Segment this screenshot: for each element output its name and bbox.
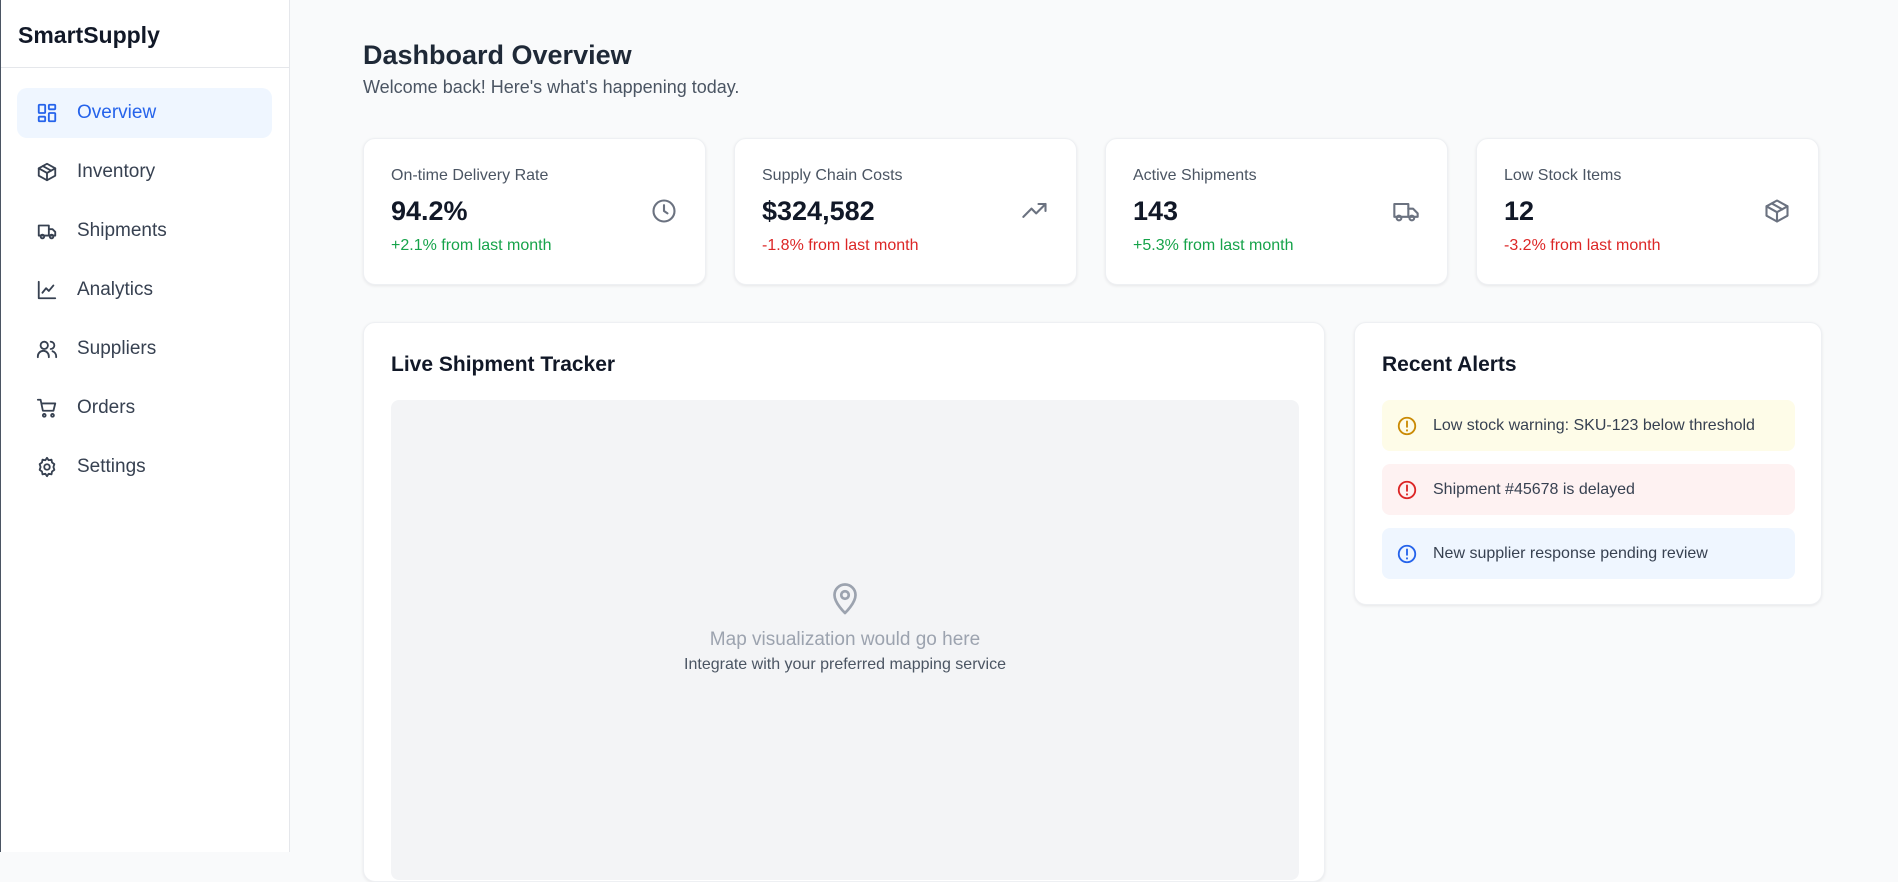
stat-card-low-stock-items[interactable]: Low Stock Items 12 -3.2% from last month [1476, 138, 1819, 285]
alert-text: Low stock warning: SKU-123 below thresho… [1433, 416, 1755, 434]
sidebar-item-label: Inventory [77, 161, 156, 182]
layout-dashboard-icon [36, 102, 58, 124]
map-pin-icon [827, 580, 863, 616]
sidebar: SmartSupply Overview Inventory Shipments… [1, 0, 290, 852]
recent-alerts: Recent Alerts Low stock warning: SKU-123… [1354, 322, 1822, 605]
sidebar-item-label: Orders [77, 397, 136, 418]
stat-card-on-time-delivery[interactable]: On-time Delivery Rate 94.2% +2.1% from l… [363, 138, 706, 285]
stat-value: $324,582 [762, 196, 875, 226]
sidebar-item-label: Suppliers [77, 338, 157, 359]
map-placeholder-subtext: Integrate with your preferred mapping se… [684, 656, 1006, 673]
stat-value: 143 [1133, 196, 1179, 226]
stat-value: 94.2% [391, 196, 468, 226]
live-shipment-tracker: Live Shipment Tracker Map visualization … [363, 322, 1325, 882]
sidebar-item-orders[interactable]: Orders [17, 383, 272, 433]
stat-change: -3.2% from last month [1504, 237, 1661, 254]
tracker-title: Live Shipment Tracker [391, 353, 616, 376]
stat-card-active-shipments[interactable]: Active Shipments 143 +5.3% from last mon… [1105, 138, 1448, 285]
sidebar-nav: Overview Inventory Shipments Analytics S… [1, 68, 289, 492]
sidebar-item-label: Settings [77, 456, 146, 477]
map-placeholder-text: Map visualization would go here [709, 629, 981, 650]
alert-list: Low stock warning: SKU-123 below thresho… [1382, 400, 1795, 592]
shopping-cart-icon [36, 397, 58, 419]
alert-circle-icon [1396, 543, 1418, 565]
alerts-title: Recent Alerts [1382, 353, 1517, 376]
stat-card-supply-chain-costs[interactable]: Supply Chain Costs $324,582 -1.8% from l… [734, 138, 1077, 285]
truck-icon [1392, 197, 1420, 225]
map-placeholder[interactable]: Map visualization would go here Integrat… [391, 400, 1299, 880]
sidebar-item-suppliers[interactable]: Suppliers [17, 324, 272, 374]
stats-row: On-time Delivery Rate 94.2% +2.1% from l… [363, 138, 1822, 285]
alert-circle-icon [1396, 479, 1418, 501]
truck-icon [36, 220, 58, 242]
trending-up-icon [1021, 197, 1049, 225]
sidebar-item-inventory[interactable]: Inventory [17, 147, 272, 197]
stat-value: 12 [1504, 196, 1535, 226]
stat-label: Active Shipments [1133, 167, 1257, 184]
sidebar-item-settings[interactable]: Settings [17, 442, 272, 492]
alert-item-info[interactable]: New supplier response pending review [1382, 528, 1795, 579]
gear-icon [36, 456, 58, 478]
package-icon [36, 161, 58, 183]
sidebar-item-label: Analytics [77, 279, 154, 300]
alert-item-error[interactable]: Shipment #45678 is delayed [1382, 464, 1795, 515]
alert-text: Shipment #45678 is delayed [1433, 480, 1635, 498]
clock-icon [650, 197, 678, 225]
page-title: Dashboard Overview [363, 40, 632, 70]
stat-change: +2.1% from last month [391, 237, 552, 254]
stat-change: +5.3% from last month [1133, 237, 1294, 254]
alert-item-warning[interactable]: Low stock warning: SKU-123 below thresho… [1382, 400, 1795, 451]
sidebar-item-shipments[interactable]: Shipments [17, 206, 272, 256]
alert-circle-icon [1396, 415, 1418, 437]
alert-text: New supplier response pending review [1433, 544, 1708, 562]
sidebar-item-overview[interactable]: Overview [17, 88, 272, 138]
stat-label: Supply Chain Costs [762, 167, 903, 184]
package-icon [1763, 197, 1791, 225]
stat-label: On-time Delivery Rate [391, 167, 549, 184]
brand-logo[interactable]: SmartSupply [1, 0, 289, 68]
users-icon [36, 338, 58, 360]
page-subtitle: Welcome back! Here's what's happening to… [363, 77, 740, 97]
stat-label: Low Stock Items [1504, 167, 1622, 184]
sidebar-item-analytics[interactable]: Analytics [17, 265, 272, 315]
sidebar-item-label: Shipments [77, 220, 167, 241]
stat-change: -1.8% from last month [762, 237, 919, 254]
line-chart-icon [36, 279, 58, 301]
sidebar-item-label: Overview [77, 102, 157, 123]
